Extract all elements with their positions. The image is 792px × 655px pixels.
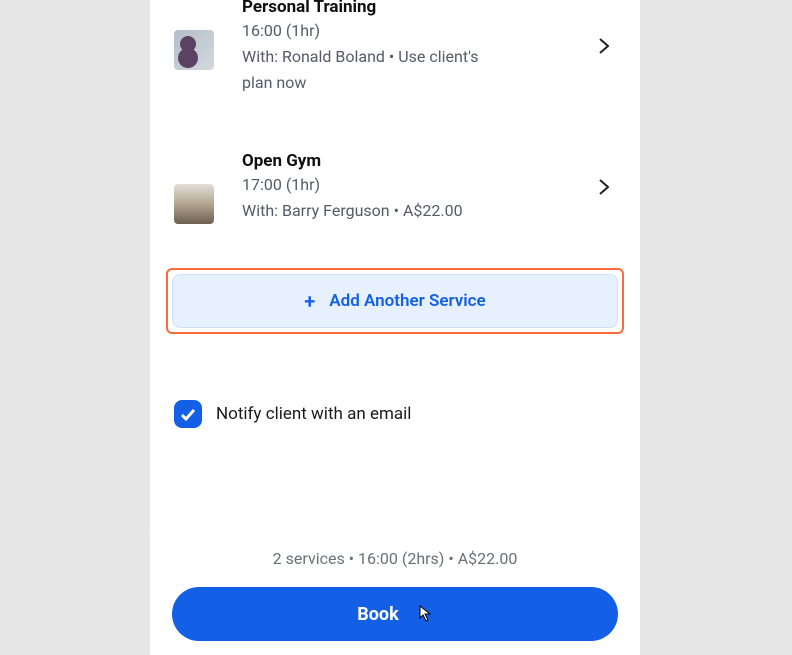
booking-footer: 2 services • 16:00 (2hrs) • A$22.00 Book: [150, 537, 640, 655]
booking-summary: 2 services • 16:00 (2hrs) • A$22.00: [150, 549, 640, 568]
add-service-label: Add Another Service: [329, 291, 485, 311]
service-text: Personal Training 16:00 (1hr) With: Rona…: [242, 0, 482, 96]
service-title: Personal Training: [242, 0, 482, 18]
add-service-button[interactable]: + Add Another Service: [172, 274, 618, 328]
book-label: Book: [357, 604, 398, 625]
service-item[interactable]: Open Gym 17:00 (1hr) With: Barry Ferguso…: [150, 150, 640, 224]
cursor-icon: [417, 605, 433, 623]
checkbox-checked-icon: [174, 400, 202, 428]
service-with: With: Ronald Boland • Use client's plan …: [242, 44, 482, 96]
service-text: Open Gym 17:00 (1hr) With: Barry Ferguso…: [242, 150, 482, 224]
plus-icon: +: [304, 289, 315, 313]
booking-panel: Personal Training 16:00 (1hr) With: Rona…: [150, 0, 640, 655]
service-title: Open Gym: [242, 150, 482, 172]
service-thumbnail: [174, 184, 214, 224]
add-service-highlight: + Add Another Service: [166, 268, 624, 334]
book-button[interactable]: Book: [172, 587, 618, 641]
notify-label: Notify client with an email: [216, 404, 411, 424]
service-time: 17:00 (1hr): [242, 172, 482, 198]
chevron-right-icon[interactable]: [590, 173, 618, 201]
service-item[interactable]: Personal Training 16:00 (1hr) With: Rona…: [150, 0, 640, 96]
service-thumbnail: [174, 30, 214, 70]
service-with: With: Barry Ferguson • A$22.00: [242, 198, 482, 224]
notify-client-toggle[interactable]: Notify client with an email: [174, 400, 616, 428]
chevron-right-icon[interactable]: [590, 32, 618, 60]
service-time: 16:00 (1hr): [242, 18, 482, 44]
